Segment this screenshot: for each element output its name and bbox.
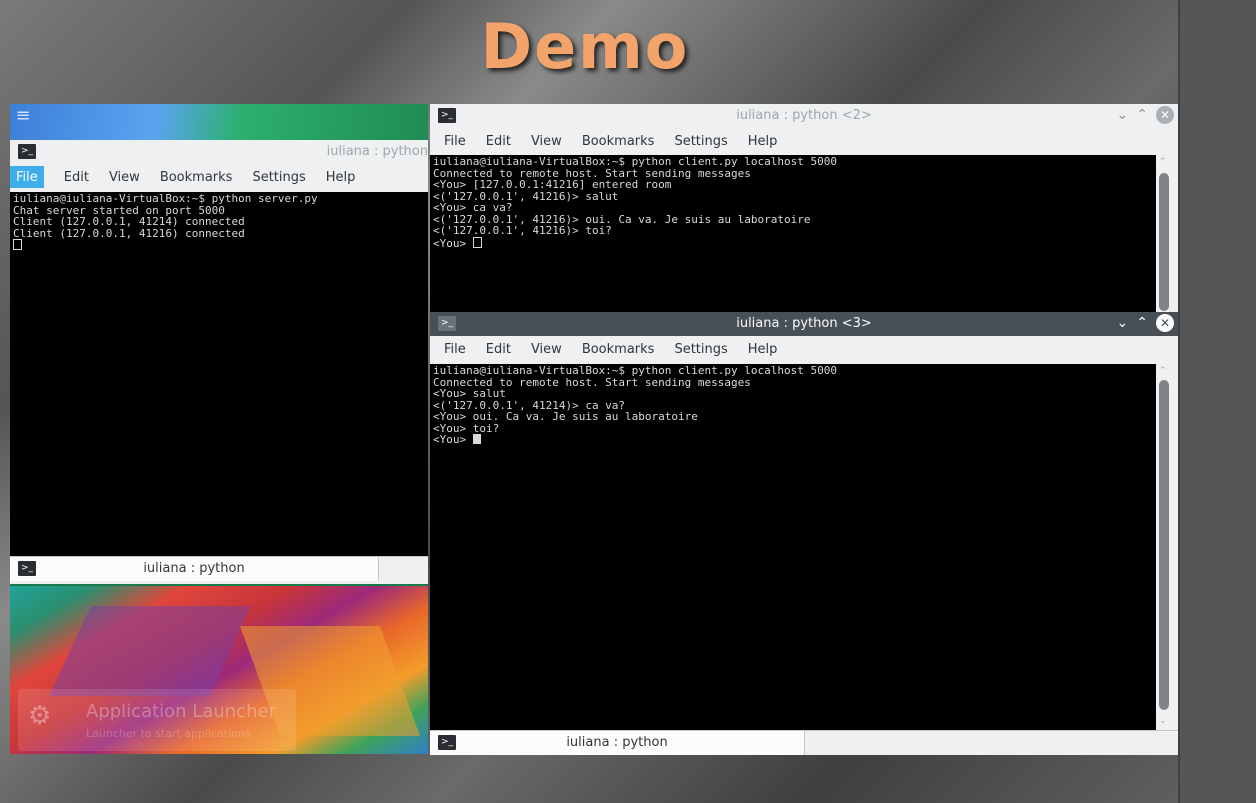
menu-settings[interactable]: Settings	[674, 338, 727, 357]
menu-file[interactable]: File	[444, 130, 466, 149]
server-konsole-window: >_ iuliana : python File Edit View Bookmark…	[10, 140, 428, 584]
terminal-line: iuliana@iuliana-VirtualBox:~$ python cli…	[433, 364, 837, 377]
chevron-up-icon[interactable]: ⌃	[1136, 107, 1148, 123]
client2-menubar: File Edit View Bookmarks Settings Help	[430, 130, 1178, 154]
menu-help[interactable]: Help	[748, 338, 778, 357]
client2-scrollbar[interactable]: ⌃	[1156, 155, 1178, 314]
menu-file[interactable]: File	[10, 166, 44, 188]
terminal-line: <You> ca va?	[433, 201, 513, 214]
close-icon[interactable]: ✕	[1156, 314, 1174, 332]
terminal-cursor	[472, 236, 482, 248]
menu-help[interactable]: Help	[326, 166, 356, 185]
terminal-line: iuliana@iuliana-VirtualBox:~$ python ser…	[13, 192, 318, 205]
terminal-line: <You>	[433, 433, 473, 446]
chevron-down-icon[interactable]: ⌄	[1117, 315, 1129, 331]
menu-edit[interactable]: Edit	[64, 166, 89, 185]
terminal-line: <You> [127.0.0.1:41216] entered room	[433, 178, 672, 191]
server-tabbar: >_ iuliana : python	[10, 556, 428, 581]
terminal-icon: >_	[18, 144, 36, 159]
terminal-line: <You> oui. Ca va. Je suis au laboratoire	[433, 410, 698, 423]
slide-title: Demo	[480, 10, 690, 83]
close-icon[interactable]: ✕	[1156, 106, 1174, 124]
chevron-down-icon[interactable]: ⌄	[1159, 716, 1167, 726]
menu-view[interactable]: View	[531, 338, 562, 357]
server-tab[interactable]: >_ iuliana : python	[10, 557, 379, 581]
launcher-title: Application Launcher	[86, 701, 276, 722]
client3-menubar: File Edit View Bookmarks Settings Help	[430, 338, 1178, 362]
client2-terminal[interactable]: iuliana@iuliana-VirtualBox:~$ python cli…	[430, 155, 1156, 314]
terminal-line: Client (127.0.0.1, 41216) connected	[13, 226, 245, 240]
scrollbar-thumb[interactable]	[1159, 380, 1169, 710]
client3-konsole-window: >_ iuliana : python <3> ⌄ ⌃ ✕ File Edit View…	[430, 312, 1178, 755]
menu-help[interactable]: Help	[748, 130, 778, 149]
menu-bookmarks[interactable]: Bookmarks	[160, 166, 233, 185]
chevron-up-icon[interactable]: ⌃	[1159, 366, 1167, 376]
chevron-down-icon[interactable]: ⌄	[1117, 107, 1129, 123]
menu-settings[interactable]: Settings	[252, 166, 305, 185]
menu-edit[interactable]: Edit	[486, 338, 511, 357]
client3-tab-label: iuliana : python	[566, 735, 668, 750]
terminal-line: <You> toi?	[433, 421, 500, 435]
chevron-up-icon[interactable]: ⌃	[1159, 157, 1167, 167]
client2-konsole-window: >_ iuliana : python <2> ⌄ ⌃ ✕ File Edit View…	[430, 104, 1178, 314]
menu-file[interactable]: File	[444, 338, 466, 357]
terminal-cursor	[13, 239, 22, 250]
scrollbar-thumb[interactable]	[1159, 173, 1169, 311]
application-launcher-tooltip: ⚙ Application Launcher Launcher to start…	[18, 689, 296, 751]
terminal-line: <You> salut	[433, 387, 506, 400]
terminal-line: <('127.0.0.1', 41216)> toi?	[433, 224, 612, 237]
client3-terminal[interactable]: iuliana@iuliana-VirtualBox:~$ python cli…	[430, 364, 1156, 730]
terminal-line: iuliana@iuliana-VirtualBox:~$ python cli…	[433, 155, 837, 168]
terminal-cursor	[472, 434, 481, 444]
client3-titlebar[interactable]: >_ iuliana : python <3> ⌄ ⌃ ✕	[430, 312, 1178, 336]
client2-window-title: iuliana : python <2>	[736, 108, 872, 123]
wallpaper-top	[10, 104, 428, 140]
menu-settings[interactable]: Settings	[674, 130, 727, 149]
launcher-subtitle: Launcher to start applications	[86, 727, 251, 740]
menu-bookmarks[interactable]: Bookmarks	[582, 338, 655, 357]
hamburger-icon[interactable]: ≡	[10, 104, 36, 128]
server-terminal[interactable]: iuliana@iuliana-VirtualBox:~$ python ser…	[10, 192, 428, 556]
client3-window-title: iuliana : python <3>	[736, 316, 872, 331]
server-titlebar[interactable]: >_ iuliana : python	[10, 140, 428, 164]
menu-view[interactable]: View	[109, 166, 140, 185]
menu-bookmarks[interactable]: Bookmarks	[582, 130, 655, 149]
client3-tab[interactable]: >_ iuliana : python	[430, 731, 805, 755]
client3-scrollbar[interactable]: ⌃ ⌄	[1156, 364, 1178, 730]
server-window-title: iuliana : python	[326, 144, 428, 159]
server-menubar: File Edit View Bookmarks Settings Help	[10, 166, 428, 190]
client2-titlebar[interactable]: >_ iuliana : python <2> ⌄ ⌃ ✕	[430, 104, 1178, 128]
menu-edit[interactable]: Edit	[486, 130, 511, 149]
menu-view[interactable]: View	[531, 130, 562, 149]
terminal-line: Client (127.0.0.1, 41214) connected	[13, 215, 245, 228]
kde-logo-icon: ⚙	[28, 701, 52, 731]
chevron-up-icon[interactable]: ⌃	[1136, 315, 1148, 331]
client3-tabbar: >_ iuliana : python	[430, 730, 1178, 755]
terminal-line: <You>	[433, 236, 473, 250]
slide-side-strip	[1178, 0, 1256, 803]
server-tab-label: iuliana : python	[143, 561, 245, 576]
